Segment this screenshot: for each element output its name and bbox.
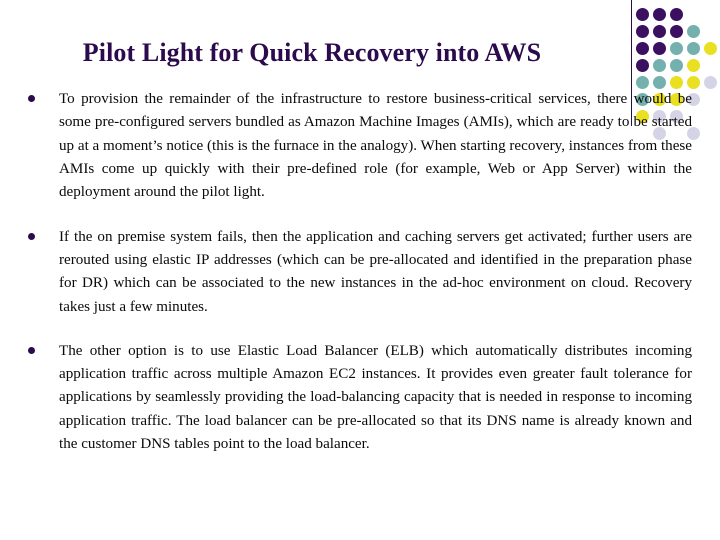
ornament-dot xyxy=(670,8,683,21)
ornament-dot xyxy=(653,8,666,21)
slide-canvas: { "slide": { "title": "Pilot Light for Q… xyxy=(0,0,720,540)
list-item: If the on premise system fails, then the… xyxy=(28,226,692,319)
list-item: To provision the remainder of the infras… xyxy=(28,88,692,205)
ornament-dot xyxy=(687,42,700,55)
ornament-dot xyxy=(670,59,683,72)
bullet-dot-icon xyxy=(28,226,59,240)
ornament-dot xyxy=(687,25,700,38)
ornament-dot xyxy=(653,59,666,72)
bullet-dot-icon xyxy=(28,88,59,102)
slide-title: Pilot Light for Quick Recovery into AWS xyxy=(82,38,542,67)
ornament-dot xyxy=(670,42,683,55)
bullet-text: If the on premise system fails, then the… xyxy=(59,228,692,315)
ornament-dot xyxy=(636,25,649,38)
ornament-dot xyxy=(704,76,717,89)
ornament-dot xyxy=(670,25,683,38)
bullet-dot-icon xyxy=(28,340,59,354)
ornament-dot xyxy=(636,42,649,55)
ornament-dot xyxy=(636,59,649,72)
bullet-text: To provision the remainder of the infras… xyxy=(59,91,692,201)
ornament-dot xyxy=(704,42,717,55)
slide-body: To provision the remainder of the infras… xyxy=(28,88,692,477)
ornament-dot xyxy=(687,59,700,72)
ornament-dot xyxy=(653,25,666,38)
list-item: The other option is to use Elastic Load … xyxy=(28,340,692,457)
ornament-dot xyxy=(653,42,666,55)
ornament-dot xyxy=(636,8,649,21)
bullet-text: The other option is to use Elastic Load … xyxy=(59,342,692,453)
